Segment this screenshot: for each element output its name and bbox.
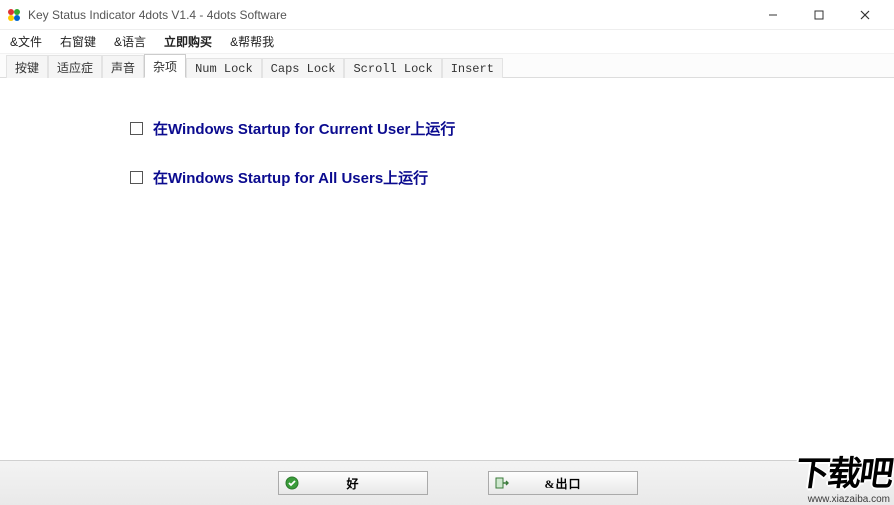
menubar: &文件 右窗键 &语言 立即购买 &帮帮我 [0,30,894,54]
menu-file[interactable]: &文件 [10,33,42,50]
tab-misc[interactable]: 杂项 [144,54,186,78]
checkbox-row-startup-current-user[interactable]: 在Windows Startup for Current User上运行 [130,118,894,139]
bottom-bar: 好 &出口 [0,460,894,505]
minimize-button[interactable] [750,0,796,30]
checkbox-label-startup-all-users: 在Windows Startup for All Users上运行 [153,167,428,188]
ok-button-label: 好 [346,475,359,492]
ok-button[interactable]: 好 [278,471,428,495]
tab-content-misc: 在Windows Startup for Current User上运行 在Wi… [0,78,894,460]
check-circle-icon [285,476,299,490]
menu-right-window-key[interactable]: 右窗键 [60,33,96,50]
checkbox-label-startup-current-user: 在Windows Startup for Current User上运行 [153,118,455,139]
menu-help[interactable]: &帮帮我 [230,33,274,50]
exit-button-label: &出口 [545,475,582,492]
tab-sound[interactable]: 声音 [102,55,144,78]
exit-icon [495,476,509,490]
window-controls [750,0,888,30]
tabstrip: 按键 适应症 声音 杂项 Num Lock Caps Lock Scroll L… [0,54,894,78]
tab-scrolllock[interactable]: Scroll Lock [344,58,441,78]
tab-adaptive[interactable]: 适应症 [48,55,102,78]
checkbox-icon[interactable] [130,122,143,135]
close-button[interactable] [842,0,888,30]
titlebar: Key Status Indicator 4dots V1.4 - 4dots … [0,0,894,30]
tab-keys[interactable]: 按键 [6,55,48,78]
menu-buy-now[interactable]: 立即购买 [164,33,212,50]
tab-numlock[interactable]: Num Lock [186,58,262,78]
checkbox-icon[interactable] [130,171,143,184]
tab-capslock[interactable]: Caps Lock [262,58,345,78]
app-icon [6,7,22,23]
checkbox-row-startup-all-users[interactable]: 在Windows Startup for All Users上运行 [130,167,894,188]
maximize-button[interactable] [796,0,842,30]
exit-button[interactable]: &出口 [488,471,638,495]
menu-language[interactable]: &语言 [114,33,146,50]
window-title: Key Status Indicator 4dots V1.4 - 4dots … [28,8,287,22]
tab-insert[interactable]: Insert [442,58,503,78]
